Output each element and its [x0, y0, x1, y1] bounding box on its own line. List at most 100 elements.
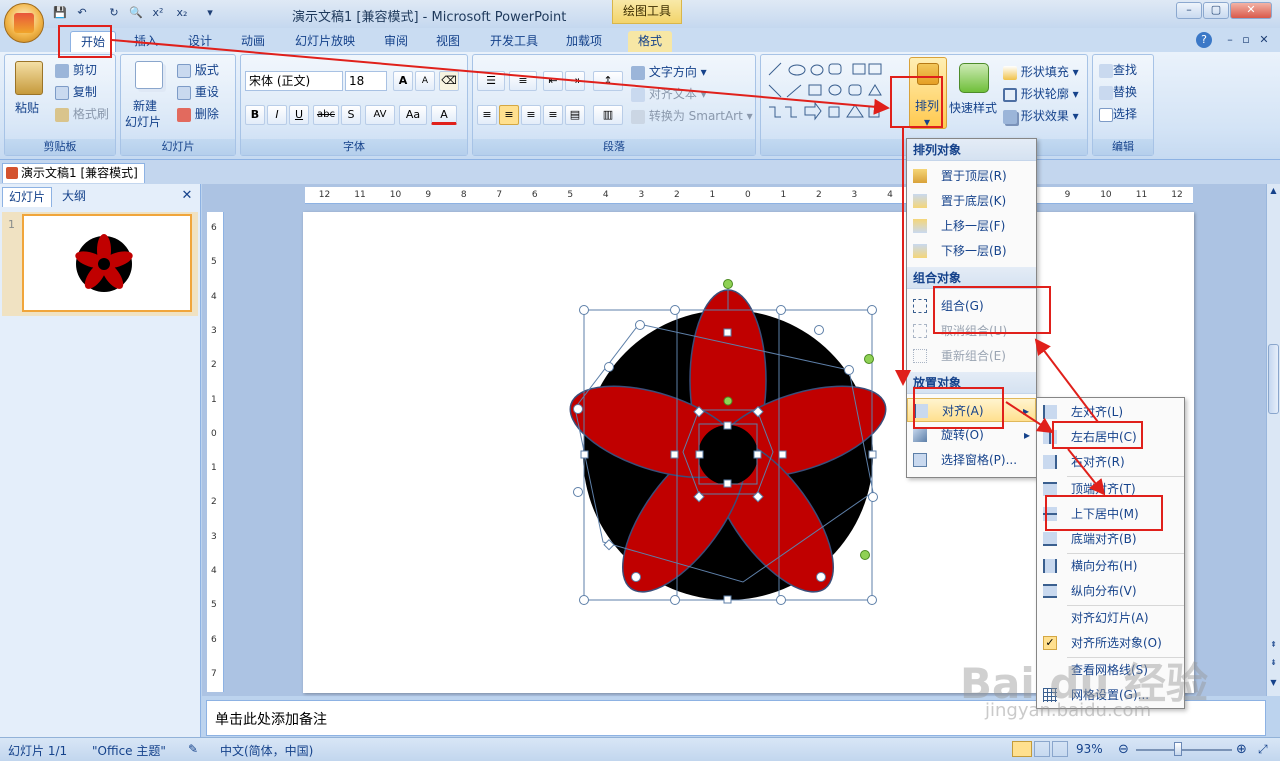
menu-rotate[interactable]: 旋转(O) ▸	[907, 423, 1036, 447]
menu-distribute-v[interactable]: 纵向分布(V)	[1037, 579, 1184, 603]
paste-icon[interactable]	[15, 61, 43, 95]
underline-button[interactable]: U	[289, 105, 309, 125]
align-right-icon[interactable]: ≡	[521, 105, 541, 125]
find-button[interactable]: 查找	[1099, 61, 1137, 78]
font-color-button[interactable]: A	[431, 105, 457, 125]
menu-align-middle[interactable]: 上下居中(M)	[1037, 502, 1184, 526]
new-slide-icon[interactable]	[135, 61, 163, 89]
redo-icon[interactable]: ↻	[106, 5, 122, 21]
smartart-button[interactable]: 转换为 SmartArt ▾	[631, 107, 753, 124]
new-slide-label[interactable]: 幻灯片	[125, 113, 161, 130]
italic-button[interactable]: I	[267, 105, 287, 125]
clear-format-icon[interactable]: ⌫	[439, 71, 459, 91]
document-tab[interactable]: 演示文稿1 [兼容模式]	[2, 163, 145, 183]
scroll-down-icon[interactable]: ▼	[1268, 678, 1279, 690]
change-case-button[interactable]: Aa	[399, 105, 427, 125]
save-icon[interactable]: 💾	[52, 5, 68, 21]
copy-button[interactable]: 复制	[55, 83, 97, 100]
slide-thumbnail[interactable]	[22, 214, 192, 312]
cut-button[interactable]: 剪切	[55, 61, 97, 78]
align-center-icon[interactable]: ≡	[499, 105, 519, 125]
align-text-button[interactable]: 对齐文本 ▾	[631, 85, 707, 102]
shape-effects-button[interactable]: 形状效果 ▾	[1003, 107, 1079, 124]
menu-group[interactable]: 组合(G)	[907, 294, 1036, 318]
zoom-out-icon[interactable]: ⊖	[1118, 742, 1129, 757]
bold-button[interactable]: B	[245, 105, 265, 125]
font-name-box[interactable]: 宋体 (正文)	[245, 71, 343, 91]
scroll-thumb[interactable]	[1268, 344, 1279, 414]
menu-align-center[interactable]: 左右居中(C)	[1037, 425, 1184, 449]
center-circle[interactable]	[698, 425, 758, 485]
paste-button[interactable]: 粘贴	[15, 99, 39, 116]
tab-review[interactable]: 审阅	[378, 31, 414, 52]
menu-distribute-h[interactable]: 横向分布(H)	[1037, 554, 1184, 578]
menu-selection-pane[interactable]: 选择窗格(P)...	[907, 448, 1036, 472]
increase-indent-icon[interactable]: ⇥	[565, 71, 585, 91]
numbering-icon[interactable]: ≡	[509, 71, 537, 91]
zoom-slider-track[interactable]	[1136, 749, 1232, 751]
menu-send-backward[interactable]: 下移一层(B)	[907, 239, 1036, 263]
office-button[interactable]	[4, 3, 44, 43]
zoom-level[interactable]: 93%	[1076, 742, 1103, 756]
next-slide-icon[interactable]: ⇟	[1268, 658, 1279, 670]
menu-regroup[interactable]: 重新组合(E)	[907, 344, 1036, 368]
font-size-box[interactable]: 18	[345, 71, 387, 91]
align-left-icon[interactable]: ≡	[477, 105, 497, 125]
scroll-up-icon[interactable]: ▲	[1268, 186, 1279, 198]
prev-slide-icon[interactable]: ⇞	[1268, 640, 1279, 652]
ribbon-close-icon[interactable]: ✕	[1256, 32, 1272, 48]
new-slide-button[interactable]: 新建	[133, 97, 157, 114]
format-painter-button[interactable]: 格式刷	[55, 105, 109, 122]
superscript-icon[interactable]: x²	[150, 5, 166, 21]
shadow-button[interactable]: S	[341, 105, 361, 125]
tab-addins[interactable]: 加载项	[560, 31, 608, 52]
shape-fill-button[interactable]: 形状填充 ▾	[1003, 63, 1079, 80]
close-button[interactable]: ✕	[1230, 2, 1272, 19]
delete-button[interactable]: 删除	[177, 105, 219, 122]
char-spacing-button[interactable]: AV	[365, 105, 395, 125]
bullets-icon[interactable]: ☰	[477, 71, 505, 91]
shrink-font-button[interactable]: A	[415, 71, 435, 91]
tab-animation[interactable]: 动画	[235, 31, 271, 52]
menu-align-right[interactable]: 右对齐(R)	[1037, 450, 1184, 474]
zoom-slider-thumb[interactable]	[1174, 742, 1182, 756]
help-icon[interactable]: ?	[1196, 32, 1212, 48]
maximize-button[interactable]: ▢	[1203, 2, 1229, 19]
print-preview-icon[interactable]: 🔍	[128, 5, 144, 21]
language[interactable]: 中文(简体，中国)	[220, 742, 313, 759]
menu-align-to-slide[interactable]: 对齐幻灯片(A)	[1037, 606, 1184, 630]
menu-align[interactable]: 对齐(A) ▸	[907, 398, 1036, 422]
ribbon-restore-icon[interactable]: ▫	[1238, 32, 1254, 48]
menu-bring-to-front[interactable]: 置于顶层(R)	[907, 164, 1036, 188]
fit-window-icon[interactable]: ⤢	[1258, 742, 1268, 757]
tab-format[interactable]: 格式	[628, 31, 672, 52]
menu-send-to-back[interactable]: 置于底层(K)	[907, 189, 1036, 213]
tab-view[interactable]: 视图	[430, 31, 466, 52]
quick-style-icon[interactable]	[959, 63, 989, 93]
sorter-view-icon[interactable]	[1034, 741, 1050, 757]
text-direction-button[interactable]: 文字方向 ▾	[631, 63, 707, 80]
distribute-icon[interactable]: ▤	[565, 105, 585, 125]
menu-ungroup[interactable]: 取消组合(U)	[907, 319, 1036, 343]
slideshow-view-icon[interactable]	[1052, 741, 1068, 757]
menu-align-left[interactable]: 左对齐(L)	[1037, 400, 1184, 424]
customize-qat-icon[interactable]: ▾	[202, 5, 218, 21]
tab-developer[interactable]: 开发工具	[484, 31, 544, 52]
tab-home[interactable]: 开始	[70, 31, 116, 52]
replace-button[interactable]: 替换	[1099, 83, 1137, 100]
layout-button[interactable]: 版式	[177, 61, 219, 78]
menu-align-top[interactable]: 顶端对齐(T)	[1037, 477, 1184, 501]
menu-bring-forward[interactable]: 上移一层(F)	[907, 214, 1036, 238]
spellcheck-icon[interactable]: ✎	[188, 742, 198, 756]
vertical-scrollbar[interactable]: ▲ ⇞ ⇟ ▼	[1266, 184, 1280, 696]
shapes-gallery[interactable]	[765, 61, 895, 123]
subscript-icon[interactable]: x₂	[174, 5, 190, 21]
ribbon-minimize-icon[interactable]: –	[1222, 32, 1238, 48]
tab-outline[interactable]: 大纲	[54, 187, 94, 207]
strikethrough-button[interactable]: abc	[313, 105, 339, 125]
zoom-in-icon[interactable]: ⊕	[1236, 742, 1247, 757]
columns-icon[interactable]: ▥	[593, 105, 623, 125]
reset-button[interactable]: 重设	[177, 83, 219, 100]
select-button[interactable]: 选择	[1099, 105, 1137, 122]
tab-insert[interactable]: 插入	[128, 31, 164, 52]
